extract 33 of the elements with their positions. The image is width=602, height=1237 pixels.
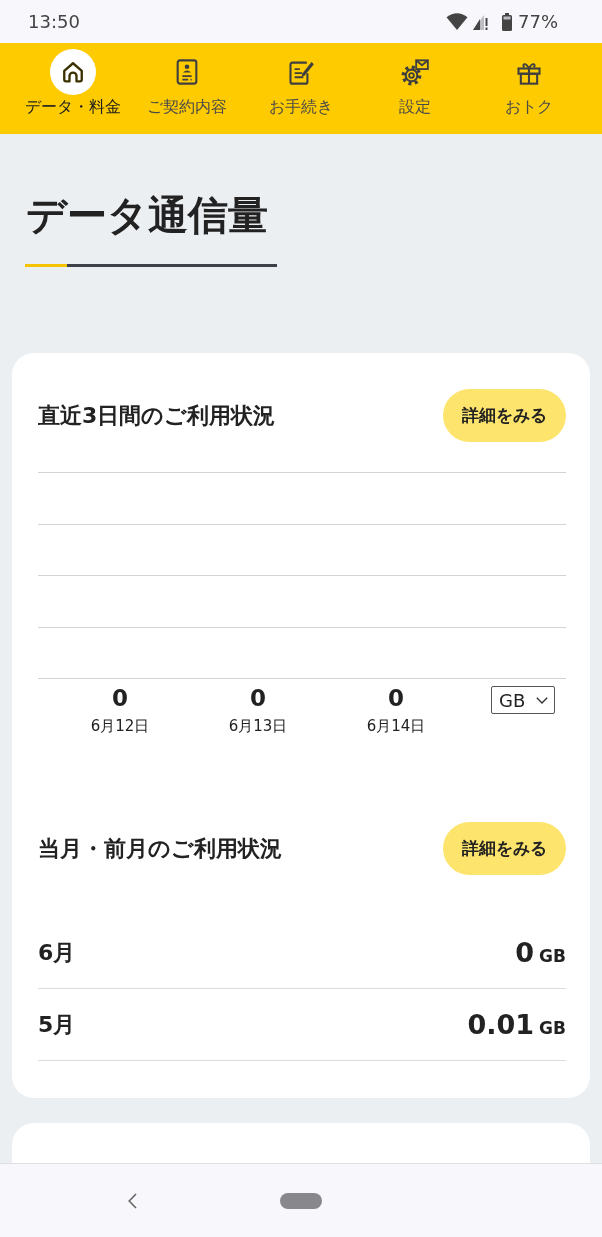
details-button[interactable]: 詳細をみる xyxy=(443,389,566,442)
date-label: 6月13日 xyxy=(228,716,288,736)
usage-value: 0.01 xyxy=(467,1009,535,1040)
nav-tab[interactable]: ご契約内容 xyxy=(130,43,244,134)
usage-value: 0 xyxy=(515,937,535,968)
unit-select[interactable]: GB xyxy=(491,686,555,714)
nav-tab[interactable]: 設定 xyxy=(358,43,472,134)
chevron-down-icon xyxy=(536,696,548,704)
home-handle[interactable] xyxy=(280,1192,322,1209)
daily-usage-value: 0 xyxy=(388,685,404,711)
section-title: 直近3日間のご利用状況 xyxy=(38,401,276,430)
wifi-icon xyxy=(446,13,468,30)
month-label: 5月 xyxy=(38,1010,76,1039)
signal-icon xyxy=(472,13,488,30)
gear-envelope-icon xyxy=(401,58,429,86)
battery-icon xyxy=(502,12,512,31)
date-label: 6月12日 xyxy=(90,716,150,736)
month-label: 6月 xyxy=(38,938,76,967)
daily-usage-value: 0 xyxy=(250,685,266,711)
usage-unit: GB xyxy=(539,1018,566,1038)
page-title: データ通信量 xyxy=(26,191,269,239)
status-time: 13:50 xyxy=(28,11,80,32)
battery-percent: 77% xyxy=(518,11,558,32)
nav-tab[interactable]: おトク xyxy=(472,43,586,134)
daily-usage-value: 0 xyxy=(112,685,128,711)
section-title: 当月・前月のご利用状況 xyxy=(38,834,282,863)
details-button[interactable]: 詳細をみる xyxy=(443,822,566,875)
usage-unit: GB xyxy=(539,946,566,966)
date-label: 6月14日 xyxy=(366,716,426,736)
house-icon xyxy=(50,49,96,95)
nav-tab[interactable]: お手続き xyxy=(244,43,358,134)
nav-tab[interactable]: データ・料金 xyxy=(16,43,130,134)
back-icon[interactable] xyxy=(128,1192,137,1209)
